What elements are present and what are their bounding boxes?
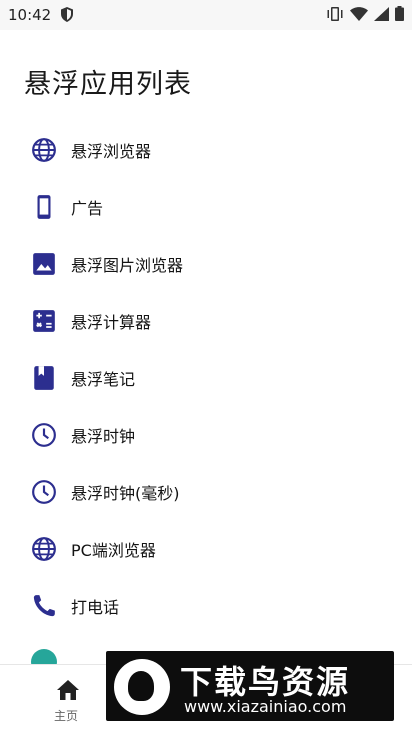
list-item-label: 广告 [71,198,104,218]
status-time: 10:42 [8,6,52,24]
image-icon [30,250,58,278]
vibrate-icon [326,6,344,21]
nav-home[interactable]: 主页 [44,677,92,729]
list-item-label: 打电话 [71,597,120,617]
shield-icon [61,7,73,26]
list-item-label: 悬浮时钟 [71,426,136,446]
status-icons [326,6,404,21]
app-list: 悬浮浏览器 广告 悬浮图片浏览器 悬浮计算器 悬浮笔记 悬浮时钟 悬浮时钟(毫秒… [0,121,412,634]
battery-icon [395,6,404,21]
phone-device-icon [30,193,58,221]
clock-icon [30,421,58,449]
calculator-icon [30,307,58,335]
list-item-floating-notes[interactable]: 悬浮笔记 [0,349,412,406]
list-item-pc-browser[interactable]: PC端浏览器 [0,520,412,577]
wifi-icon [350,6,368,21]
signal-icon [374,6,389,21]
status-bar: 10:42 [0,0,412,30]
list-item-label: 悬浮笔记 [71,369,136,389]
list-item-floating-clock[interactable]: 悬浮时钟 [0,406,412,463]
phone-call-icon [30,592,58,620]
home-icon [56,679,80,705]
bird-logo-icon [114,659,170,715]
list-item-phone-call[interactable]: 打电话 [0,577,412,634]
list-item-floating-clock-ms[interactable]: 悬浮时钟(毫秒) [0,463,412,520]
list-item-label: 悬浮时钟(毫秒) [71,483,180,503]
list-item-label: 悬浮浏览器 [71,141,152,161]
list-item-floating-browser[interactable]: 悬浮浏览器 [0,121,412,178]
page-title: 悬浮应用列表 [24,69,192,100]
list-item-floating-calculator[interactable]: 悬浮计算器 [0,292,412,349]
clock-icon [30,478,58,506]
list-item-label: 悬浮计算器 [71,312,152,332]
watermark-banner: 下载鸟资源 www.xiazainiao.com [106,651,394,721]
globe-icon [30,136,58,164]
list-item-floating-image-browser[interactable]: 悬浮图片浏览器 [0,235,412,292]
globe-icon [30,535,58,563]
book-icon [30,364,58,392]
list-item-label: 悬浮图片浏览器 [71,255,184,275]
nav-home-label: 主页 [54,709,79,723]
watermark-url: www.xiazainiao.com [184,697,347,716]
list-item-label: PC端浏览器 [71,540,156,560]
list-item-ads[interactable]: 广告 [0,178,412,235]
